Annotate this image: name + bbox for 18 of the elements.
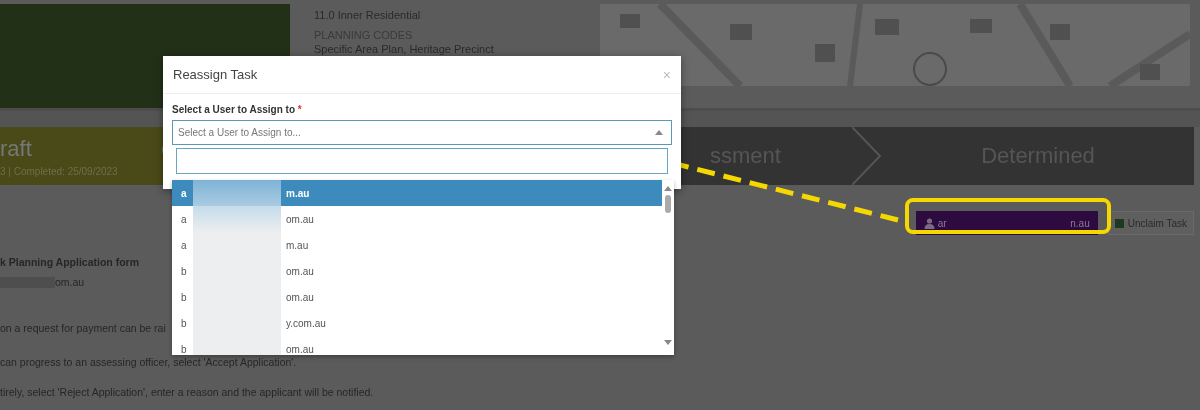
user-option[interactable]: a om.au [172, 206, 662, 232]
caret-icon [655, 130, 663, 135]
user-option[interactable]: b y.com.au [172, 310, 662, 336]
user-icon [923, 217, 935, 229]
assignee-text: ar [937, 217, 947, 229]
dialog-title: Reassign Task [173, 67, 258, 82]
scroll-thumb[interactable] [665, 195, 671, 213]
user-select[interactable]: Select a User to Assign to... [172, 120, 672, 145]
field-label: Select a User to Assign to * [172, 104, 302, 115]
stage-name: raft [0, 135, 32, 162]
user-option[interactable]: a m.au [172, 180, 662, 206]
user-option[interactable]: b om.au [172, 258, 662, 284]
user-option[interactable]: b om.au [172, 336, 662, 355]
user-option[interactable]: b om.au [172, 284, 662, 310]
search-field[interactable] [176, 148, 668, 174]
assignee-text: n.au [1070, 217, 1090, 229]
user-option[interactable]: a m.au [172, 232, 662, 258]
scroll-down-icon [664, 340, 672, 345]
